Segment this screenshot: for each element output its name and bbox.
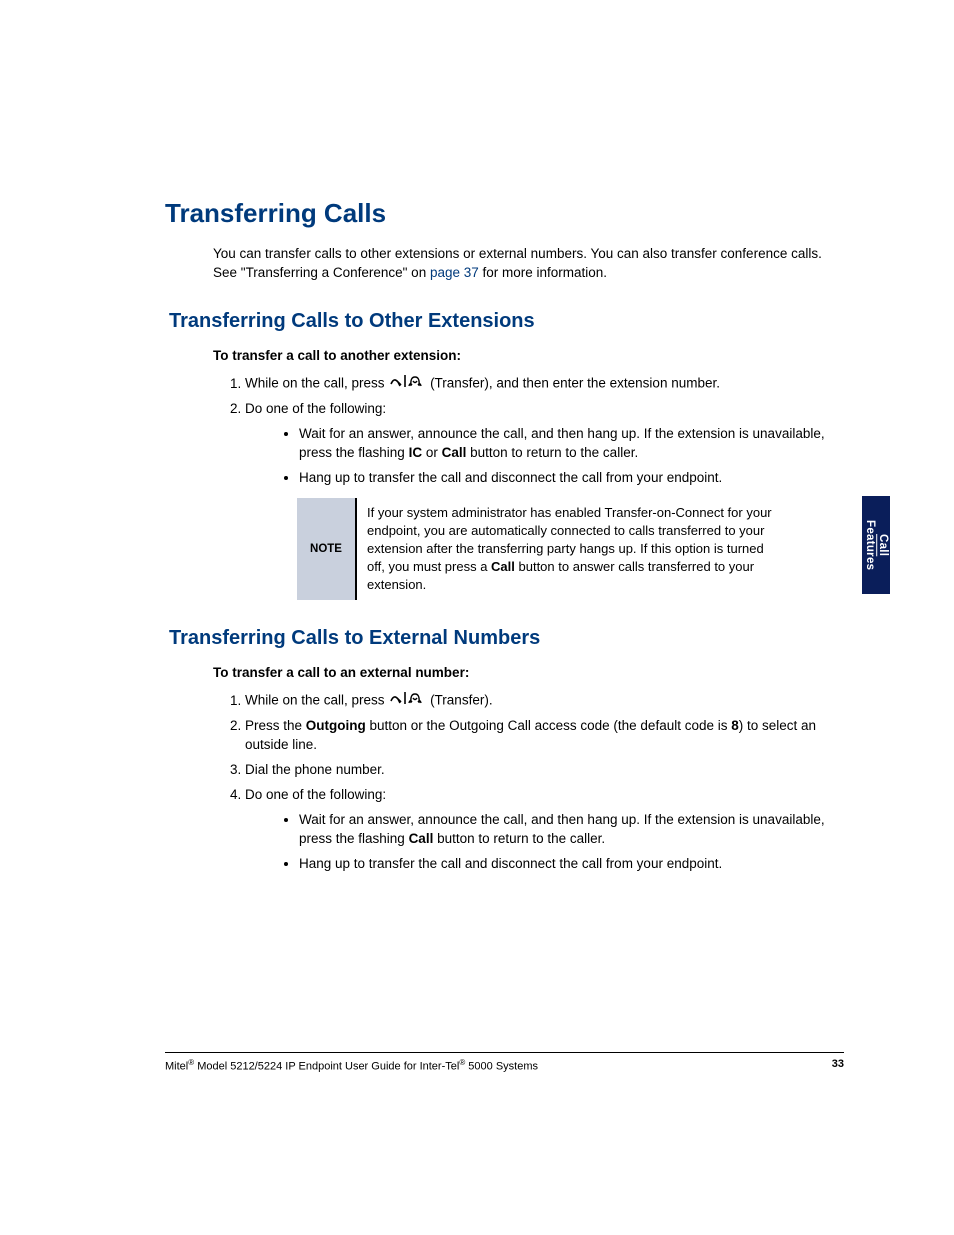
bullet-a1-or: or: [422, 445, 442, 460]
intro-paragraph: You can transfer calls to other extensio…: [213, 245, 844, 283]
intro-text-2: for more information.: [479, 265, 607, 280]
step-a2-text: Do one of the following:: [245, 401, 386, 416]
ic-bold: IC: [409, 445, 423, 460]
bullet-a1-b: button to return to the caller.: [466, 445, 638, 460]
step-a1-pre: While on the call, press: [245, 376, 388, 391]
bullets-a: Wait for an answer, announce the call, a…: [281, 425, 844, 488]
bullet-b1-b: button to return to the caller.: [433, 831, 605, 846]
footer-left: Mitel® Model 5212/5224 IP Endpoint User …: [165, 1057, 538, 1075]
tab-line-2: Features: [863, 520, 876, 570]
note-box: NOTE If your system administrator has en…: [297, 498, 793, 601]
bullet-a2: Hang up to transfer the call and disconn…: [299, 469, 844, 488]
bullet-b1: Wait for an answer, announce the call, a…: [299, 811, 844, 849]
note-label: NOTE: [297, 498, 355, 601]
page-footer: Mitel® Model 5212/5224 IP Endpoint User …: [165, 1052, 844, 1075]
footer-mid: Model 5212/5224 IP Endpoint User Guide f…: [194, 1061, 459, 1073]
step-b1-pre: While on the call, press: [245, 693, 388, 708]
outgoing-bold: Outgoing: [306, 718, 366, 733]
section-heading-external: Transferring Calls to External Numbers: [169, 624, 844, 652]
tab-line-1: Call: [876, 520, 889, 570]
step-a1-post: (Transfer), and then enter the extension…: [426, 376, 720, 391]
note-body: If your system administrator has enabled…: [355, 498, 793, 601]
step-b2-b: button or the Outgoing Call access code …: [366, 718, 731, 733]
call-bold-1: Call: [442, 445, 467, 460]
steps-list-b: While on the call, press (Transfer). Pre…: [225, 691, 844, 873]
steps-list-a: While on the call, press (Transfer), and…: [225, 374, 844, 487]
call-bold-2: Call: [409, 831, 434, 846]
document-page: Transferring Calls You can transfer call…: [0, 0, 954, 1235]
transfer-icon: [390, 691, 424, 711]
section-tab: Call Features: [862, 496, 890, 594]
call-bold-note: Call: [491, 559, 515, 574]
procedure-heading-a: To transfer a call to another extension:: [213, 347, 844, 366]
page-number: 33: [832, 1057, 844, 1075]
step-a2: Do one of the following: Wait for an ans…: [245, 400, 844, 488]
bullets-b: Wait for an answer, announce the call, a…: [281, 811, 844, 874]
footer-brand: Mitel: [165, 1061, 188, 1073]
step-b4: Do one of the following: Wait for an ans…: [245, 786, 844, 874]
step-b3: Dial the phone number.: [245, 761, 844, 780]
bullet-b2: Hang up to transfer the call and disconn…: [299, 855, 844, 874]
step-b2-a: Press the: [245, 718, 306, 733]
section-heading-extensions: Transferring Calls to Other Extensions: [169, 307, 844, 335]
procedure-heading-b: To transfer a call to an external number…: [213, 664, 844, 683]
transfer-icon: [390, 374, 424, 394]
footer-end: 5000 Systems: [465, 1061, 538, 1073]
step-b4-text: Do one of the following:: [245, 787, 386, 802]
bullet-a1: Wait for an answer, announce the call, a…: [299, 425, 844, 463]
step-b1: While on the call, press (Transfer).: [245, 691, 844, 711]
step-a1: While on the call, press (Transfer), and…: [245, 374, 844, 394]
step-b1-post: (Transfer).: [426, 693, 492, 708]
eight-bold: 8: [731, 718, 739, 733]
page-37-link[interactable]: page 37: [430, 265, 479, 280]
step-b2: Press the Outgoing button or the Outgoin…: [245, 717, 844, 755]
page-heading: Transferring Calls: [165, 195, 844, 231]
